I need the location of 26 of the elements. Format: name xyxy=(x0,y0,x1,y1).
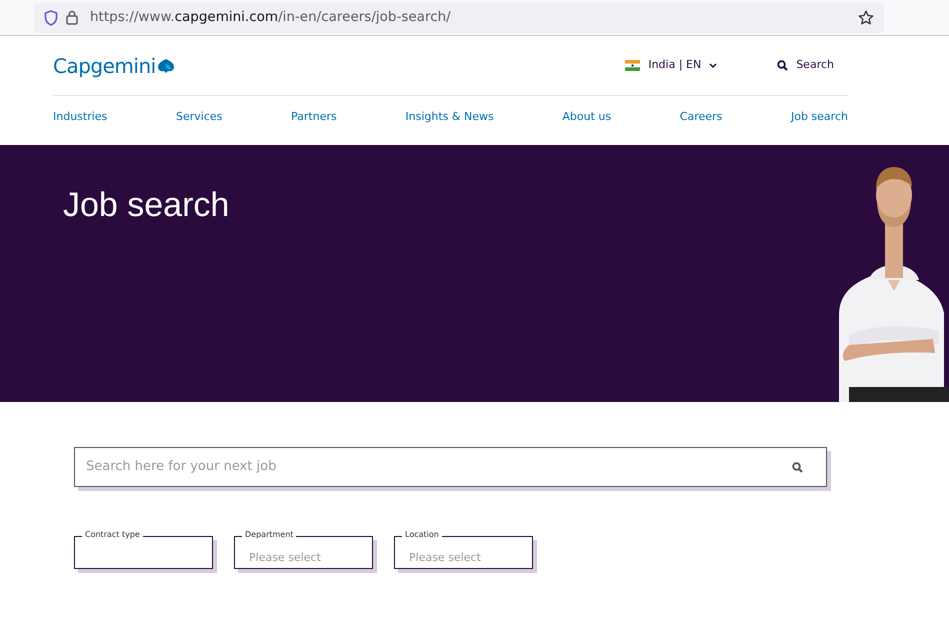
spade-icon xyxy=(156,58,176,74)
field-label: Location xyxy=(402,530,442,540)
search-icon xyxy=(777,60,788,71)
logo[interactable]: Capgemini xyxy=(53,50,176,80)
lock-icon xyxy=(66,10,78,25)
shield-icon xyxy=(44,10,58,26)
nav-link[interactable]: About us xyxy=(562,109,612,126)
page-title: Job search xyxy=(62,184,230,226)
field-label: Contract type xyxy=(82,530,143,540)
field-label: Department xyxy=(242,530,296,540)
chevron-icon xyxy=(709,62,718,68)
search-link[interactable]: Search xyxy=(777,57,834,74)
select-field[interactable]: Please select xyxy=(394,536,533,568)
nav-link[interactable]: Partners xyxy=(291,109,337,126)
nav-link[interactable]: Services xyxy=(176,109,222,126)
flag-icon xyxy=(625,60,640,71)
search-icon xyxy=(792,462,803,472)
nav-link[interactable]: Careers xyxy=(680,109,722,126)
url-text: https://www.capgemini.com/in-en/careers/job-search/ xyxy=(90,8,451,28)
job-search-field[interactable]: Search here for your next job xyxy=(74,446,827,486)
star-icon[interactable] xyxy=(858,10,874,26)
nav-link[interactable]: Insights & News xyxy=(405,109,494,126)
nav-link[interactable]: Industries xyxy=(53,109,108,126)
address-bar[interactable]: https://www.capgemini.com/in-en/careers/job-search/ xyxy=(34,2,884,32)
language-selector[interactable]: India | EN xyxy=(648,57,718,74)
nav-link[interactable]: Job search xyxy=(790,109,848,126)
